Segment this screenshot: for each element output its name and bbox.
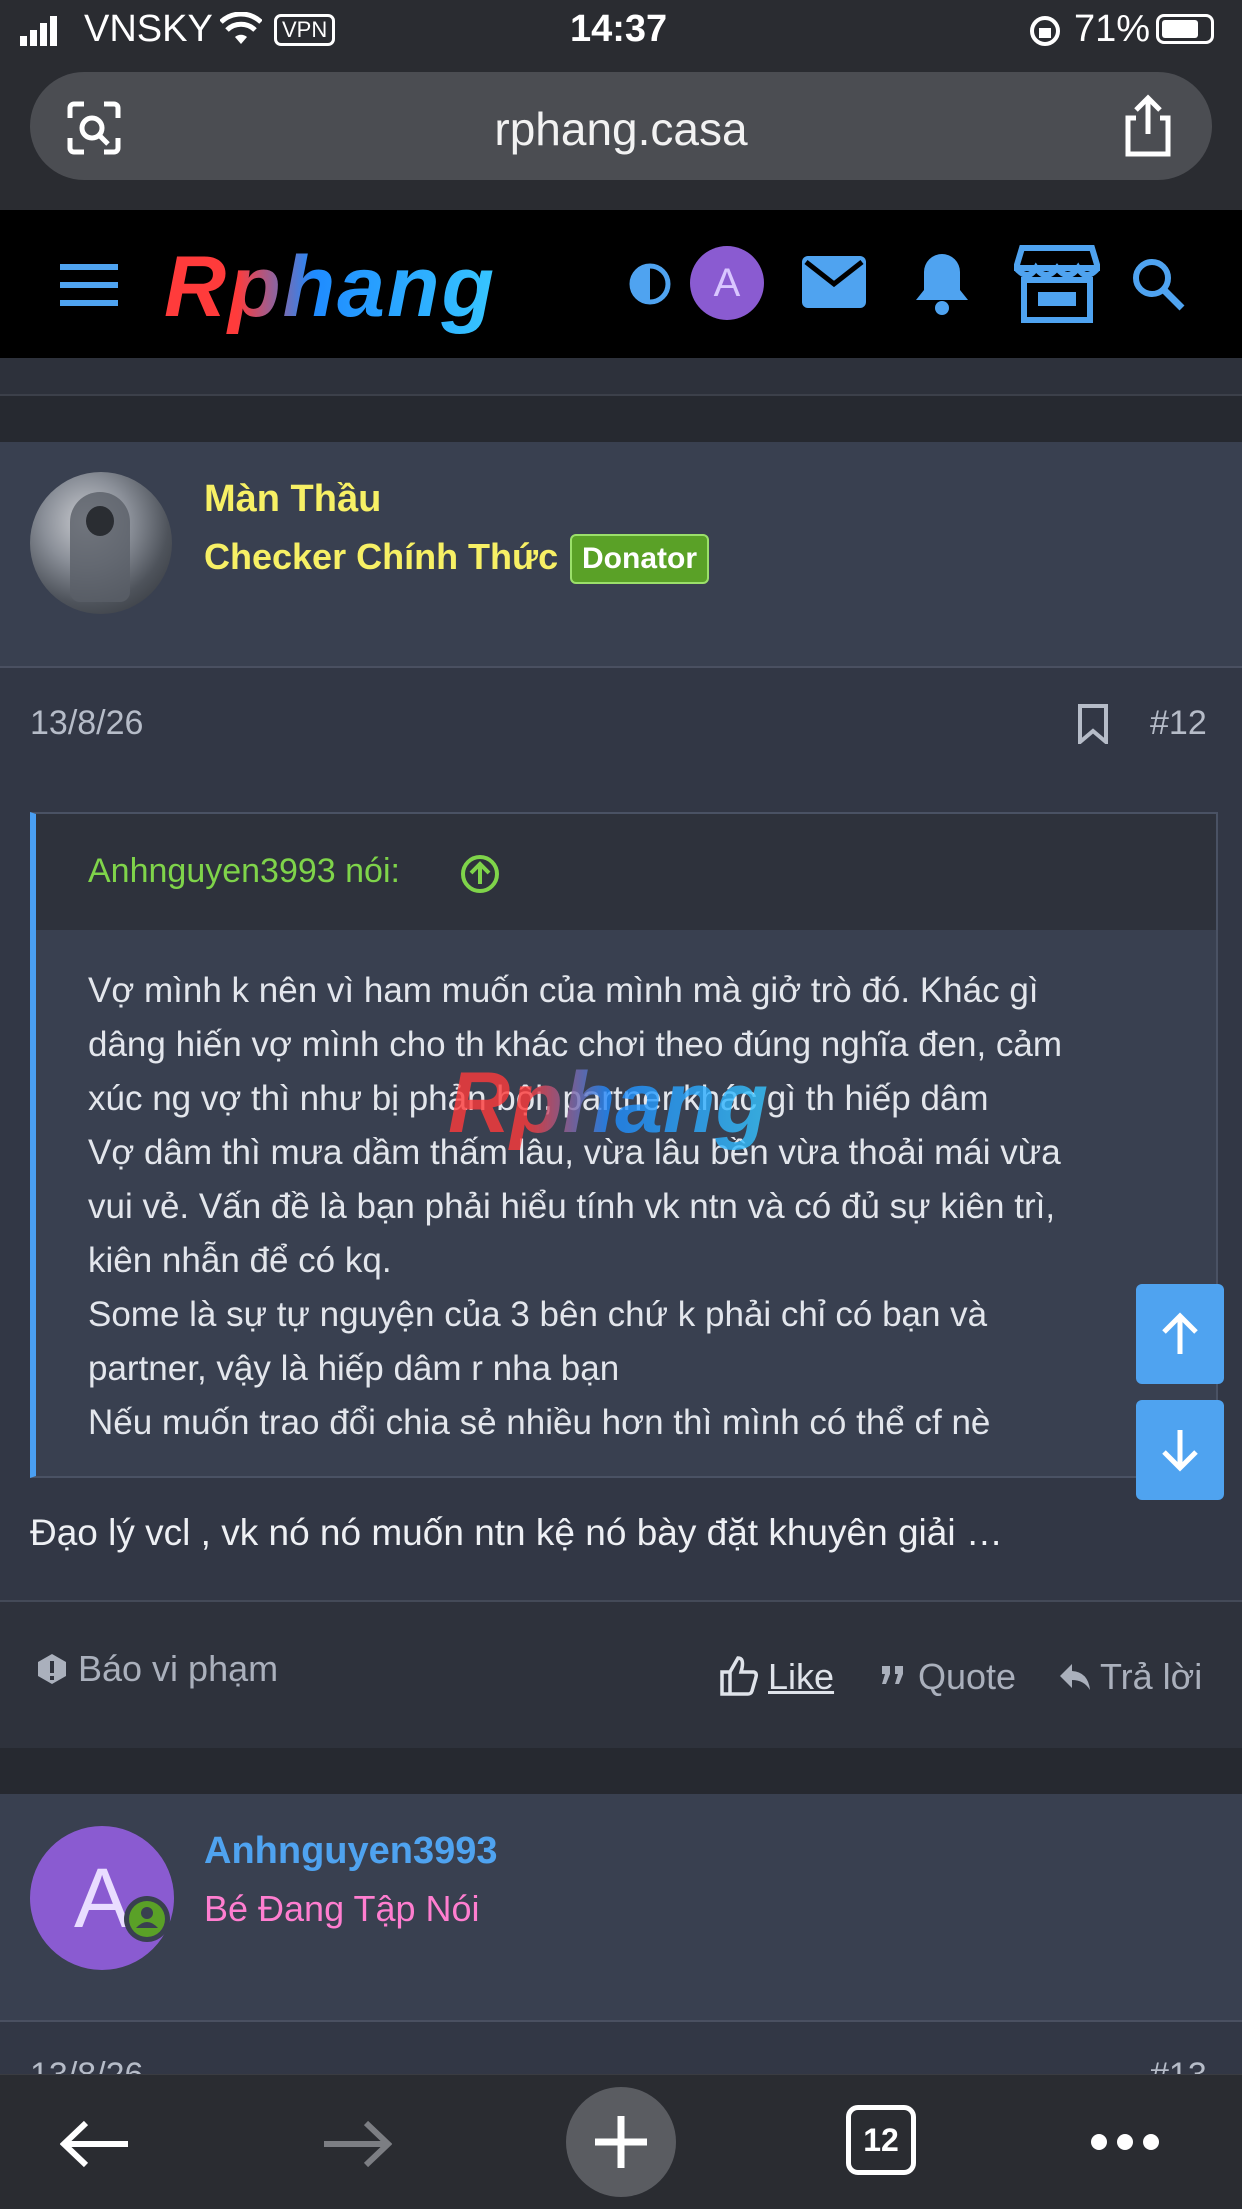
back-icon[interactable] (60, 2119, 130, 2169)
author-avatar[interactable] (30, 472, 172, 614)
signal-icon (20, 16, 57, 46)
quote-body: Vợ mình k nên vì ham muốn của mình mà gi… (88, 964, 1198, 1450)
forward-icon[interactable] (322, 2119, 392, 2169)
scroll-top-button[interactable] (1136, 1284, 1224, 1384)
arrow-up-icon (1162, 1312, 1198, 1354)
status-bar: VNSKY VPN 14:37 71% (0, 0, 1242, 62)
post-separator (0, 1748, 1242, 1794)
author-name[interactable]: Anhnguyen3993 (204, 1830, 498, 1873)
carrier-label: VNSKY (84, 8, 213, 50)
quote-block: Anhnguyen3993 nói: Vợ mình k nên vì ham … (30, 812, 1218, 1478)
quote-line: Vợ mình k nên vì ham muốn của mình mà gi… (88, 971, 1039, 1010)
like-button[interactable]: Like (768, 1656, 834, 1698)
store-icon[interactable] (1014, 244, 1100, 324)
quote-line: partner, vậy là hiếp dâm r nha bạn (88, 1349, 620, 1388)
post-number[interactable]: #12 (1150, 704, 1207, 743)
quote-header[interactable]: Anhnguyen3993 nói: (36, 814, 1216, 930)
vpn-badge: VPN (274, 14, 336, 46)
online-status-icon (124, 1896, 170, 1942)
like-label: Like (768, 1656, 835, 1697)
report-button[interactable]: Báo vi phạm (78, 1648, 278, 1690)
address-bar[interactable]: rphang.casa (30, 72, 1212, 180)
post-author-block: Màn Thầu Checker Chính Thức Donator (0, 442, 1242, 668)
report-icon[interactable] (36, 1652, 68, 1686)
wifi-icon (220, 12, 262, 44)
theme-toggle-icon[interactable] (628, 262, 672, 306)
post-author-block: A Anhnguyen3993 Bé Đang Tập Nói (0, 1794, 1242, 2022)
quote-author[interactable]: Anhnguyen3993 nói: (88, 852, 400, 891)
quote-button[interactable]: Quote (918, 1656, 1016, 1698)
plus-icon (595, 2116, 647, 2168)
battery-percent: 71% (1074, 8, 1151, 50)
quote-line: Nếu muốn trao đổi chia sẻ nhiều hơn thì … (88, 1403, 991, 1442)
author-title: Bé Đang Tập Nói (204, 1888, 480, 1929)
logo-text: Rphang (164, 239, 497, 335)
scroll-bottom-button[interactable] (1136, 1400, 1224, 1500)
site-header: Rphang A (0, 210, 1242, 358)
quote-line: kiên nhẫn để có kq. (88, 1241, 392, 1280)
tabs-button[interactable]: 12 (846, 2105, 916, 2175)
donator-badge: Donator (570, 534, 709, 584)
bookmark-icon[interactable] (1076, 704, 1110, 744)
search-icon[interactable] (1130, 256, 1186, 312)
quote-line: vui vẻ. Vấn đề là bạn phải hiểu tính vk … (88, 1187, 1056, 1226)
post-message: Đạo lý vcl , vk nó nó muốn ntn kệ nó bày… (30, 1512, 1003, 1553)
post-12: Màn Thầu Checker Chính Thức Donator 13/8… (0, 442, 1242, 1748)
mail-icon[interactable] (802, 256, 866, 308)
user-avatar[interactable]: A (690, 246, 764, 320)
more-icon[interactable] (1090, 2133, 1160, 2151)
reply-icon[interactable] (1058, 1662, 1092, 1692)
like-icon[interactable] (720, 1656, 758, 1696)
new-tab-button[interactable] (566, 2087, 676, 2197)
post-date[interactable]: 13/8/26 (30, 704, 143, 743)
reply-button[interactable]: Trả lời (1100, 1656, 1202, 1698)
share-icon[interactable] (1120, 94, 1176, 158)
post-13: A Anhnguyen3993 Bé Đang Tập Nói 13/8/26 … (0, 1794, 1242, 2094)
watermark-logo: Rphang (448, 1055, 769, 1151)
browser-chrome: rphang.casa (0, 62, 1242, 210)
author-name[interactable]: Màn Thầu (204, 478, 381, 521)
post-actions: Báo vi phạm Like Quote Trả lời (0, 1600, 1242, 1748)
url-text[interactable]: rphang.casa (30, 102, 1212, 156)
rotation-lock-icon (1030, 16, 1060, 46)
quote-line: Some là sự tự nguyện của 3 bên chứ k phả… (88, 1295, 988, 1334)
browser-toolbar: 12 (0, 2074, 1242, 2209)
previous-post-tail (0, 358, 1242, 396)
author-title: Checker Chính Thức (204, 536, 559, 577)
post-separator (0, 396, 1242, 442)
arrow-down-icon (1162, 1430, 1198, 1472)
clock: 14:37 (570, 8, 668, 50)
notification-bell-icon[interactable] (912, 250, 972, 316)
menu-icon[interactable] (60, 264, 118, 306)
quote-icon[interactable] (880, 1664, 906, 1686)
site-logo[interactable]: Rphang (160, 238, 580, 335)
battery-icon (1156, 14, 1214, 44)
go-to-quote-icon[interactable] (460, 854, 500, 894)
